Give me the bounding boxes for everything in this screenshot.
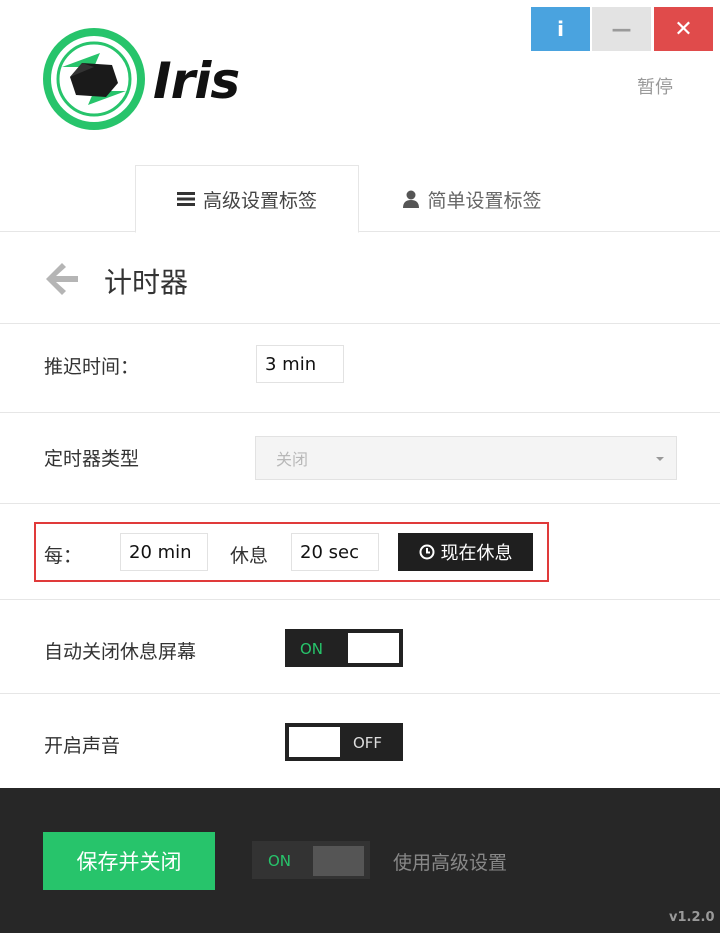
toggle-knob [289, 727, 340, 757]
save-and-close-button[interactable]: 保存并关闭 [43, 832, 215, 890]
rest-now-label: 现在休息 [440, 543, 513, 564]
advanced-settings-label: 使用高级设置 [393, 852, 508, 874]
user-icon [403, 190, 420, 208]
toggle-knob [348, 633, 399, 663]
back-arrow-icon[interactable] [44, 261, 80, 297]
info-button[interactable]: i [531, 7, 590, 51]
timer-type-select[interactable]: 关闭 [255, 436, 677, 480]
toggle-knob [313, 846, 364, 876]
sound-label: 开启声音 [44, 735, 121, 757]
menu-icon [176, 192, 195, 206]
interval-input[interactable]: 20 min [120, 533, 208, 571]
sound-state: OFF [353, 734, 383, 752]
auto-close-toggle[interactable]: ON [285, 629, 403, 667]
advanced-settings-toggle[interactable]: ON [252, 841, 370, 879]
close-button[interactable]: ✕ [654, 7, 713, 51]
tab-simple-label: 简单设置标签 [427, 189, 542, 212]
version-label: v1.2.0 [669, 910, 715, 925]
auto-close-state: ON [300, 640, 324, 658]
tab-simple-settings[interactable]: 简单设置标签 [360, 165, 585, 233]
pause-link[interactable]: 暂停 [637, 73, 673, 99]
auto-close-label: 自动关闭休息屏幕 [44, 641, 197, 663]
clock-icon [419, 544, 435, 560]
every-label: 每： [44, 545, 83, 567]
sound-toggle[interactable]: OFF [285, 723, 403, 761]
section-title: 计时器 [104, 266, 189, 299]
minimize-button[interactable]: — [592, 7, 651, 51]
rest-duration-input[interactable]: 20 sec [291, 533, 379, 571]
iris-logo-icon [43, 28, 145, 130]
timer-type-label: 定时器类型 [44, 448, 140, 470]
rest-now-button[interactable]: 现在休息 [398, 533, 533, 571]
postpone-input[interactable]: 3 min [256, 345, 344, 383]
rest-label: 休息 [230, 545, 269, 567]
postpone-label: 推迟时间： [44, 356, 140, 378]
app-name: Iris [153, 52, 240, 110]
advanced-toggle-state: ON [268, 852, 292, 870]
tab-advanced-settings[interactable]: 高级设置标签 [135, 165, 359, 233]
tab-advanced-label: 高级设置标签 [202, 189, 317, 212]
chevron-down-icon [656, 457, 664, 461]
timer-type-value: 关闭 [276, 450, 309, 469]
